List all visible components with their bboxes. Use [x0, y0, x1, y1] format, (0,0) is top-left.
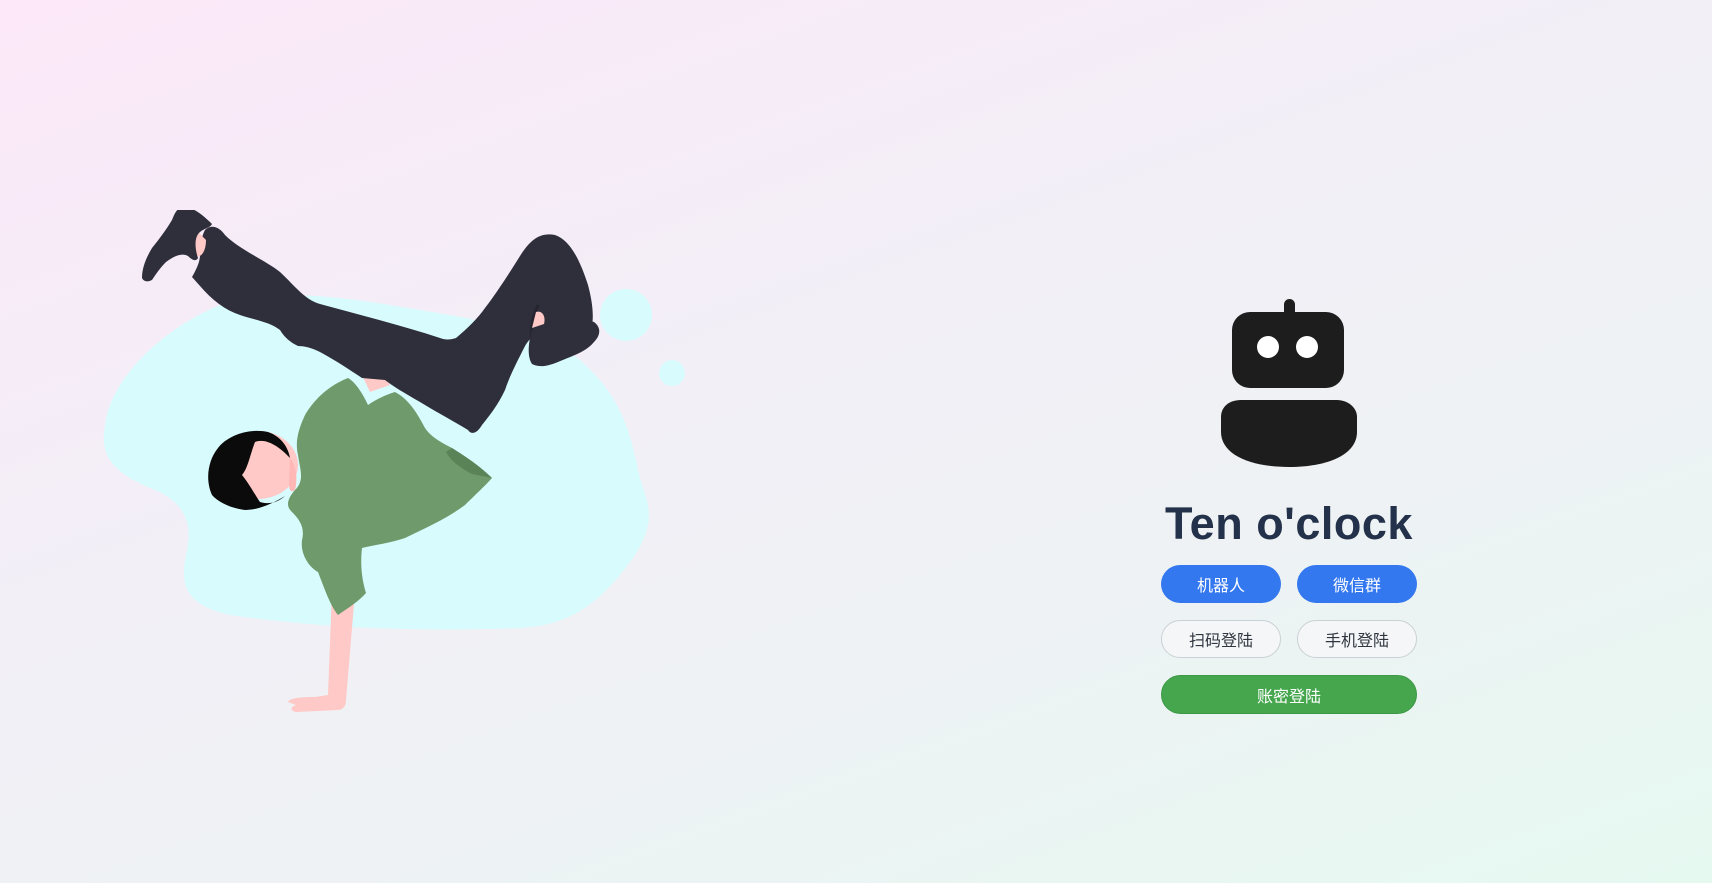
robot-button[interactable]: 机器人: [1161, 565, 1281, 603]
bubble-large: [600, 289, 652, 341]
bubble-small: [659, 360, 685, 386]
password-login-button[interactable]: 账密登陆: [1161, 675, 1417, 714]
right-shoe: [528, 321, 600, 367]
robot-icon: [1221, 299, 1357, 467]
login-panel: Ten o'clock 机器人 微信群 扫码登陆 手机登陆 账密登陆: [1160, 296, 1418, 714]
button-row-links: 机器人 微信群: [1161, 565, 1417, 603]
app-title: Ten o'clock: [1165, 498, 1413, 549]
wechat-group-button[interactable]: 微信群: [1297, 565, 1417, 603]
qr-login-button[interactable]: 扫码登陆: [1161, 620, 1281, 658]
button-row-login-methods: 扫码登陆 手机登陆: [1161, 620, 1417, 658]
phone-login-button[interactable]: 手机登陆: [1297, 620, 1417, 658]
breakdancer-illustration: [103, 210, 685, 712]
